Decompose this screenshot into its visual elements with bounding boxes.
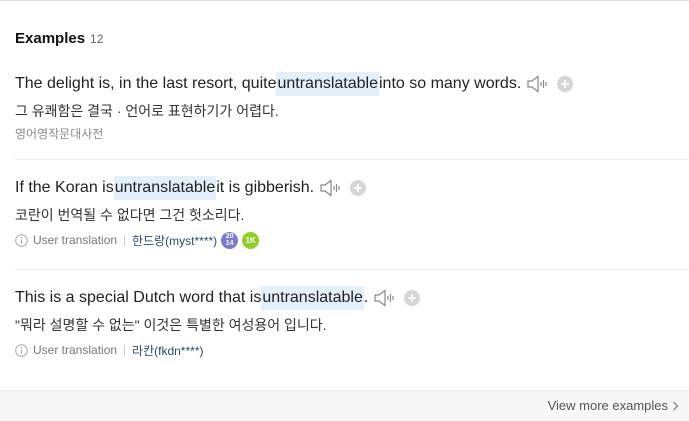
examples-header: Examples 12 (15, 30, 103, 47)
highlighted-word: untranslatable (113, 176, 217, 200)
speaker-icon[interactable] (320, 179, 342, 197)
highlighted-word: untranslatable (276, 72, 379, 96)
speaker-icon[interactable] (527, 75, 549, 93)
add-icon[interactable] (404, 290, 421, 306)
badge-year-bottom: 14 (225, 240, 234, 247)
user-link[interactable]: 라칸(fkdn****) (132, 342, 203, 359)
example-item-3: This is a special Dutch word that is unt… (15, 286, 689, 359)
sentence-text-before: If the Koran is (15, 179, 114, 196)
info-icon[interactable] (15, 343, 28, 357)
korean-translation: 그 유쾌함은 결국 · 언어로 표현하기가 어렵다. (15, 103, 279, 119)
user-link[interactable]: 한드랑(myst****) (132, 232, 217, 249)
sentence-text-after: it is gibberish. (216, 179, 315, 196)
view-more-examples-link[interactable]: View more examples (548, 398, 679, 413)
source-label: 영어영작문대사전 (15, 127, 104, 141)
sentence-text-before: This is a special Dutch word that is (15, 289, 262, 306)
separator (124, 234, 126, 246)
footer-bar: View more examples (0, 390, 689, 421)
examples-count: 12 (90, 32, 104, 46)
badge-year-top: 20 (225, 233, 234, 240)
korean-translation: 코란이 번역될 수 없다면 그건 헛소리다. (15, 207, 245, 223)
example-sentence: If the Koran is untranslatable it is gib… (15, 176, 689, 200)
year-badge-icon: 20 14 (221, 231, 239, 249)
sentence-text-after: . (363, 289, 369, 306)
view-more-label: View more examples (547, 398, 668, 413)
example-sentence: This is a special Dutch word that is unt… (15, 286, 689, 310)
example-sentence: The delight is, in the last resort, quit… (15, 72, 689, 96)
example-item-2: If the Koran is untranslatable it is gib… (15, 176, 689, 249)
divider (15, 269, 689, 270)
sentence-text-before: The delight is, in the last resort, quit… (15, 75, 277, 92)
count-badge-icon: 1K (242, 231, 260, 249)
info-icon[interactable] (15, 233, 28, 247)
user-translation-label: User translation (33, 233, 118, 247)
top-border (0, 0, 689, 1)
chevron-right-icon (673, 401, 679, 410)
separator (124, 344, 126, 356)
translation-meta: User translation 한드랑(myst****) 20 14 1K (15, 231, 689, 249)
translation-meta: User translation 라칸(fkdn****) (15, 341, 689, 359)
example-item-1: The delight is, in the last resort, quit… (15, 72, 689, 142)
examples-title: Examples (15, 30, 86, 47)
speaker-icon[interactable] (374, 289, 396, 307)
add-icon[interactable] (557, 76, 574, 92)
sentence-text-after: into so many words. (378, 75, 522, 92)
divider (15, 159, 689, 160)
korean-translation: "뭐라 설명할 수 없는" 이것은 특별한 여성용어 입니다. (15, 317, 327, 333)
user-translation-label: User translation (33, 343, 118, 357)
add-icon[interactable] (350, 180, 367, 196)
highlighted-word: untranslatable (261, 286, 364, 310)
